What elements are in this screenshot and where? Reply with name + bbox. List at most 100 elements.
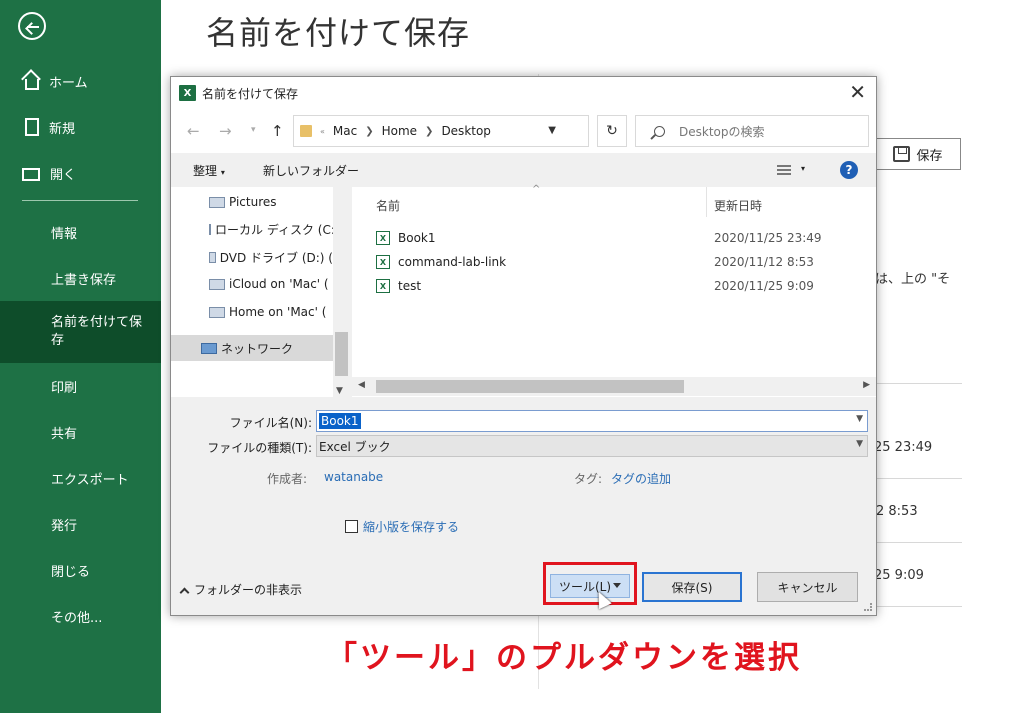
tree-item-dvd-drive[interactable]: DVD ドライブ (D:) ( <box>171 244 333 270</box>
nav-item-save-as[interactable]: 名前を付けて保存 <box>0 301 161 363</box>
dialog-toolbar: 整理 ▾ 新しいフォルダー ▾ ? <box>171 153 876 187</box>
excel-icon: X <box>179 85 196 101</box>
nav-item-close[interactable]: 閉じる <box>0 547 161 593</box>
chevron-down-icon: ▾ <box>220 168 225 177</box>
breadcrumb-mac[interactable]: Mac <box>333 124 357 138</box>
address-bar[interactable]: « Mac ❯ Home ❯ Desktop ▼ <box>293 115 589 147</box>
save-thumbnail-label[interactable]: 縮小版を保存する <box>363 518 459 535</box>
chevron-down-icon[interactable]: ▼ <box>856 414 863 424</box>
file-row[interactable]: X Book1 2020/11/25 23:49 <box>352 226 876 250</box>
backstage-fragment-date: 25 9:09 <box>874 568 924 583</box>
tree-item-home[interactable]: Home on 'Mac' ( <box>171 299 333 325</box>
backstage-nav-bottom: 情報 上書き保存 名前を付けて保存 印刷 共有 エクスポート 発行 閉じる その… <box>0 209 161 639</box>
scroll-right-icon[interactable]: ▶ <box>863 380 870 390</box>
tags-value[interactable]: タグの追加 <box>611 470 671 487</box>
file-name: command-lab-link <box>398 255 507 269</box>
column-separator[interactable] <box>706 187 707 217</box>
backstage-sidebar: ホーム 新規 開く 情報 上書き保存 名前を付けて保存 印刷 共有 エクスポート… <box>0 0 161 713</box>
address-dropdown-icon[interactable]: ▼ <box>548 125 556 136</box>
recent-chevron-down-icon[interactable]: ▾ <box>251 125 256 135</box>
nav-item-publish[interactable]: 発行 <box>0 501 161 547</box>
author-value[interactable]: watanabe <box>324 470 383 484</box>
overflow-chevron-icon[interactable]: « <box>320 127 325 136</box>
breadcrumb-desktop[interactable]: Desktop <box>441 124 491 138</box>
backstage-nav-top: ホーム 新規 開く <box>0 58 161 196</box>
up-icon[interactable]: ↑ <box>271 122 284 140</box>
file-date: 2020/11/25 23:49 <box>714 231 822 245</box>
scroll-left-icon[interactable]: ◀ <box>358 380 365 390</box>
nav-item-home[interactable]: ホーム <box>0 58 161 104</box>
filetype-select[interactable]: Excel ブック ▼ <box>316 435 868 457</box>
page-title: 名前を付けて保存 <box>206 14 471 52</box>
search-icon <box>654 125 665 137</box>
view-options-icon[interactable] <box>777 165 791 175</box>
organize-button[interactable]: 整理 ▾ <box>193 162 225 179</box>
filename-input[interactable]: Book1 ▼ <box>316 410 868 432</box>
new-document-icon <box>25 118 39 136</box>
scroll-down-icon[interactable]: ▼ <box>336 386 343 396</box>
nav-item-label: ホーム <box>49 75 88 91</box>
hide-folders-button[interactable]: フォルダーの非表示 <box>179 581 302 598</box>
nav-item-print[interactable]: 印刷 <box>0 363 161 409</box>
sort-up-icon: ^ <box>532 184 541 195</box>
file-row[interactable]: X test 2020/11/25 9:09 <box>352 274 876 298</box>
nav-item-export[interactable]: エクスポート <box>0 455 161 501</box>
address-row: ← → ▾ ↑ « Mac ❯ Home ❯ Desktop ▼ ↻ Deskt… <box>171 109 876 153</box>
scrollbar-thumb[interactable] <box>335 332 348 376</box>
breadcrumb-home[interactable]: Home <box>382 124 417 138</box>
tree-item-icloud[interactable]: iCloud on 'Mac' ( <box>171 271 333 297</box>
close-icon[interactable]: ✕ <box>849 82 866 102</box>
network-icon <box>201 342 217 354</box>
tree-item-label: DVD ドライブ (D:) ( <box>219 250 333 265</box>
refresh-icon[interactable]: ↻ <box>597 115 627 147</box>
tree-item-label: Pictures <box>229 195 277 209</box>
dialog-titlebar[interactable]: X 名前を付けて保存 ✕ <box>171 77 876 109</box>
backstage-list-separator <box>862 542 962 543</box>
tools-dropdown-button[interactable]: ツール(L) <box>550 574 630 598</box>
nav-item-save[interactable]: 上書き保存 <box>0 255 161 301</box>
organize-label: 整理 <box>193 164 218 178</box>
tree-item-local-disk[interactable]: ローカル ディスク (C: <box>171 216 333 242</box>
save-thumbnail-checkbox[interactable] <box>345 520 358 533</box>
forward-icon[interactable]: → <box>219 122 232 140</box>
network-drive-icon <box>209 278 225 290</box>
dvd-icon <box>209 251 216 263</box>
save-button[interactable]: 保存(S) <box>642 572 742 602</box>
chevron-right-icon: ❯ <box>425 125 434 137</box>
nav-item-open[interactable]: 開く <box>0 150 161 196</box>
help-icon[interactable]: ? <box>840 161 858 179</box>
chevron-up-icon <box>179 587 190 598</box>
back-arrow-icon[interactable] <box>18 12 46 40</box>
nav-item-share[interactable]: 共有 <box>0 409 161 455</box>
tree-item-network[interactable]: ネットワーク <box>171 335 333 361</box>
view-chevron-down-icon[interactable]: ▾ <box>801 164 805 173</box>
tree-item-label: ローカル ディスク (C: <box>215 222 333 237</box>
cancel-button[interactable]: キャンセル <box>757 572 858 602</box>
column-header-modified[interactable]: 更新日時 <box>714 197 762 214</box>
nav-item-info[interactable]: 情報 <box>0 209 161 255</box>
navigation-scrollbar[interactable]: ▼ <box>333 187 350 397</box>
scrollbar-thumb[interactable] <box>376 380 684 393</box>
filename-label: ファイル名(N): <box>229 416 312 430</box>
resize-grip[interactable] <box>864 603 872 611</box>
column-header-name[interactable]: 名前 <box>376 197 400 214</box>
navigation-pane: Pictures ローカル ディスク (C: DVD ドライブ (D:) ( i… <box>171 187 333 397</box>
nav-item-label: 開く <box>50 167 77 183</box>
tree-item-pictures[interactable]: Pictures <box>171 189 333 215</box>
dialog-title: 名前を付けて保存 <box>202 86 299 101</box>
search-input[interactable]: Desktopの検索 <box>635 115 869 147</box>
nav-item-more[interactable]: その他... <box>0 593 161 639</box>
file-row[interactable]: X command-lab-link 2020/11/12 8:53 <box>352 250 876 274</box>
backstage-save-button[interactable]: 保存 <box>875 138 961 170</box>
tree-item-label: ネットワーク <box>221 341 294 356</box>
file-name: Book1 <box>398 231 436 245</box>
back-icon[interactable]: ← <box>187 122 200 140</box>
new-folder-button[interactable]: 新しいフォルダー <box>263 162 359 179</box>
file-list-hscrollbar[interactable]: ◀ ▶ <box>352 377 876 396</box>
folder-icon <box>300 125 312 137</box>
backstage-list-separator <box>862 383 962 384</box>
filename-value: Book1 <box>319 413 361 429</box>
backstage-list-separator <box>862 478 962 479</box>
nav-item-new[interactable]: 新規 <box>0 104 161 150</box>
backstage-fragment-date: 25 23:49 <box>874 440 933 455</box>
